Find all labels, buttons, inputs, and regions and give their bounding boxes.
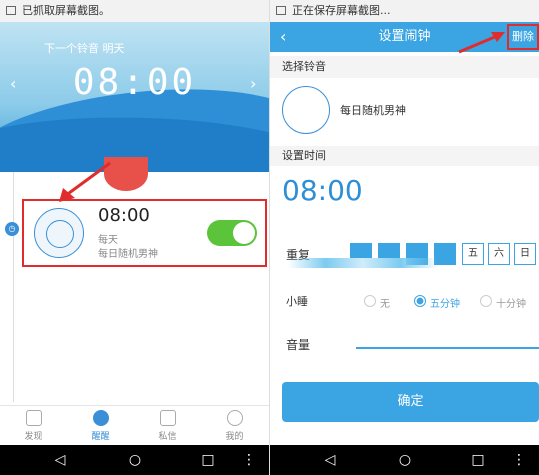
status-bar: 正在保存屏幕截图...: [270, 0, 539, 22]
blur-overlay: [288, 258, 438, 268]
settings-header: ‹ 设置闹钟 删除: [270, 22, 539, 52]
snooze-radio-5min[interactable]: [414, 295, 426, 307]
bottom-tab-bar: 发现 醒醒 私信 我的: [0, 405, 269, 446]
delete-button[interactable]: 删除: [507, 24, 539, 50]
more-nav-icon[interactable]: ⋮: [499, 445, 539, 475]
tab-discover[interactable]: 发现: [0, 406, 67, 446]
status-text: 已抓取屏幕截图。: [22, 4, 110, 17]
more-nav-icon[interactable]: ⋮: [229, 445, 269, 475]
profile-icon: [226, 410, 243, 426]
timeline-clock-icon: ◷: [5, 222, 19, 236]
next-alarm-time: 08:00: [72, 62, 197, 103]
face-icon: [46, 220, 74, 248]
confirm-button[interactable]: 确定: [282, 382, 539, 422]
screenshot-icon: [6, 6, 16, 15]
alarm-time-picker[interactable]: 08:00: [282, 174, 363, 207]
ringtone-name: 每日随机男神: [340, 104, 406, 117]
day-button-fri[interactable]: 五: [462, 243, 484, 265]
discover-icon: [25, 410, 42, 426]
system-nav-bar: ◁ ○ □ ⋮: [0, 445, 269, 475]
volume-slider[interactable]: [356, 347, 539, 349]
snooze-radio-10min[interactable]: [480, 295, 492, 307]
section-ringtone: 选择铃音: [270, 56, 539, 78]
volume-label: 音量: [286, 338, 311, 352]
home-nav-icon[interactable]: ○: [385, 445, 425, 475]
alarm-list-item[interactable]: 08:00 每天 每日随机男神: [22, 199, 267, 267]
status-bar: 已抓取屏幕截图。: [0, 0, 269, 22]
message-icon: [159, 410, 176, 426]
alarm-ringtone: 每日随机男神: [98, 249, 158, 260]
alarm-time: 08:00: [98, 205, 150, 226]
snooze-radio-none[interactable]: [364, 295, 376, 307]
snooze-label: 小睡: [286, 295, 308, 308]
ringtone-avatar: [282, 86, 330, 134]
ringtone-avatar: [34, 208, 84, 258]
alarm-repeat: 每天: [98, 235, 118, 246]
system-nav-bar: ◁ ○ □ ⋮: [270, 445, 539, 475]
next-alarm-banner: 下一个铃音 明天 ‹ 08:00 ›: [0, 22, 269, 172]
timeline-line: [13, 172, 14, 402]
left-phone-screen: 已抓取屏幕截图。 下一个铃音 明天 ‹ 08:00 › ◷ 08:00 每天 每…: [0, 0, 269, 475]
tab-profile[interactable]: 我的: [201, 406, 268, 446]
recents-nav-icon[interactable]: □: [188, 445, 228, 475]
day-button-sun[interactable]: 日: [514, 243, 536, 265]
tab-alarm[interactable]: 醒醒: [67, 406, 134, 446]
status-text: 正在保存屏幕截图...: [292, 4, 391, 17]
ringtone-selector[interactable]: 每日随机男神: [270, 78, 539, 140]
back-nav-icon[interactable]: ◁: [310, 445, 350, 475]
right-phone-screen: 正在保存屏幕截图... ‹ 设置闹钟 删除 选择铃音 每日随机男神 设置时间 0…: [270, 0, 539, 475]
home-nav-icon[interactable]: ○: [115, 445, 155, 475]
back-nav-icon[interactable]: ◁: [40, 445, 80, 475]
tab-messages[interactable]: 私信: [134, 406, 201, 446]
chevron-right-icon[interactable]: ›: [250, 74, 256, 93]
section-time: 设置时间: [270, 146, 539, 166]
next-alarm-label: 下一个铃音 明天: [44, 42, 125, 55]
decoration-shape: [104, 157, 148, 191]
snooze-row: 小睡 无 五分钟 十分钟: [270, 285, 539, 319]
clock-icon: [92, 410, 109, 426]
page-title: 设置闹钟: [378, 29, 431, 44]
recents-nav-icon[interactable]: □: [458, 445, 498, 475]
volume-row: 音量: [270, 330, 539, 360]
alarm-toggle[interactable]: [207, 220, 257, 246]
screenshot-icon: [276, 6, 286, 15]
day-button-sat[interactable]: 六: [488, 243, 510, 265]
